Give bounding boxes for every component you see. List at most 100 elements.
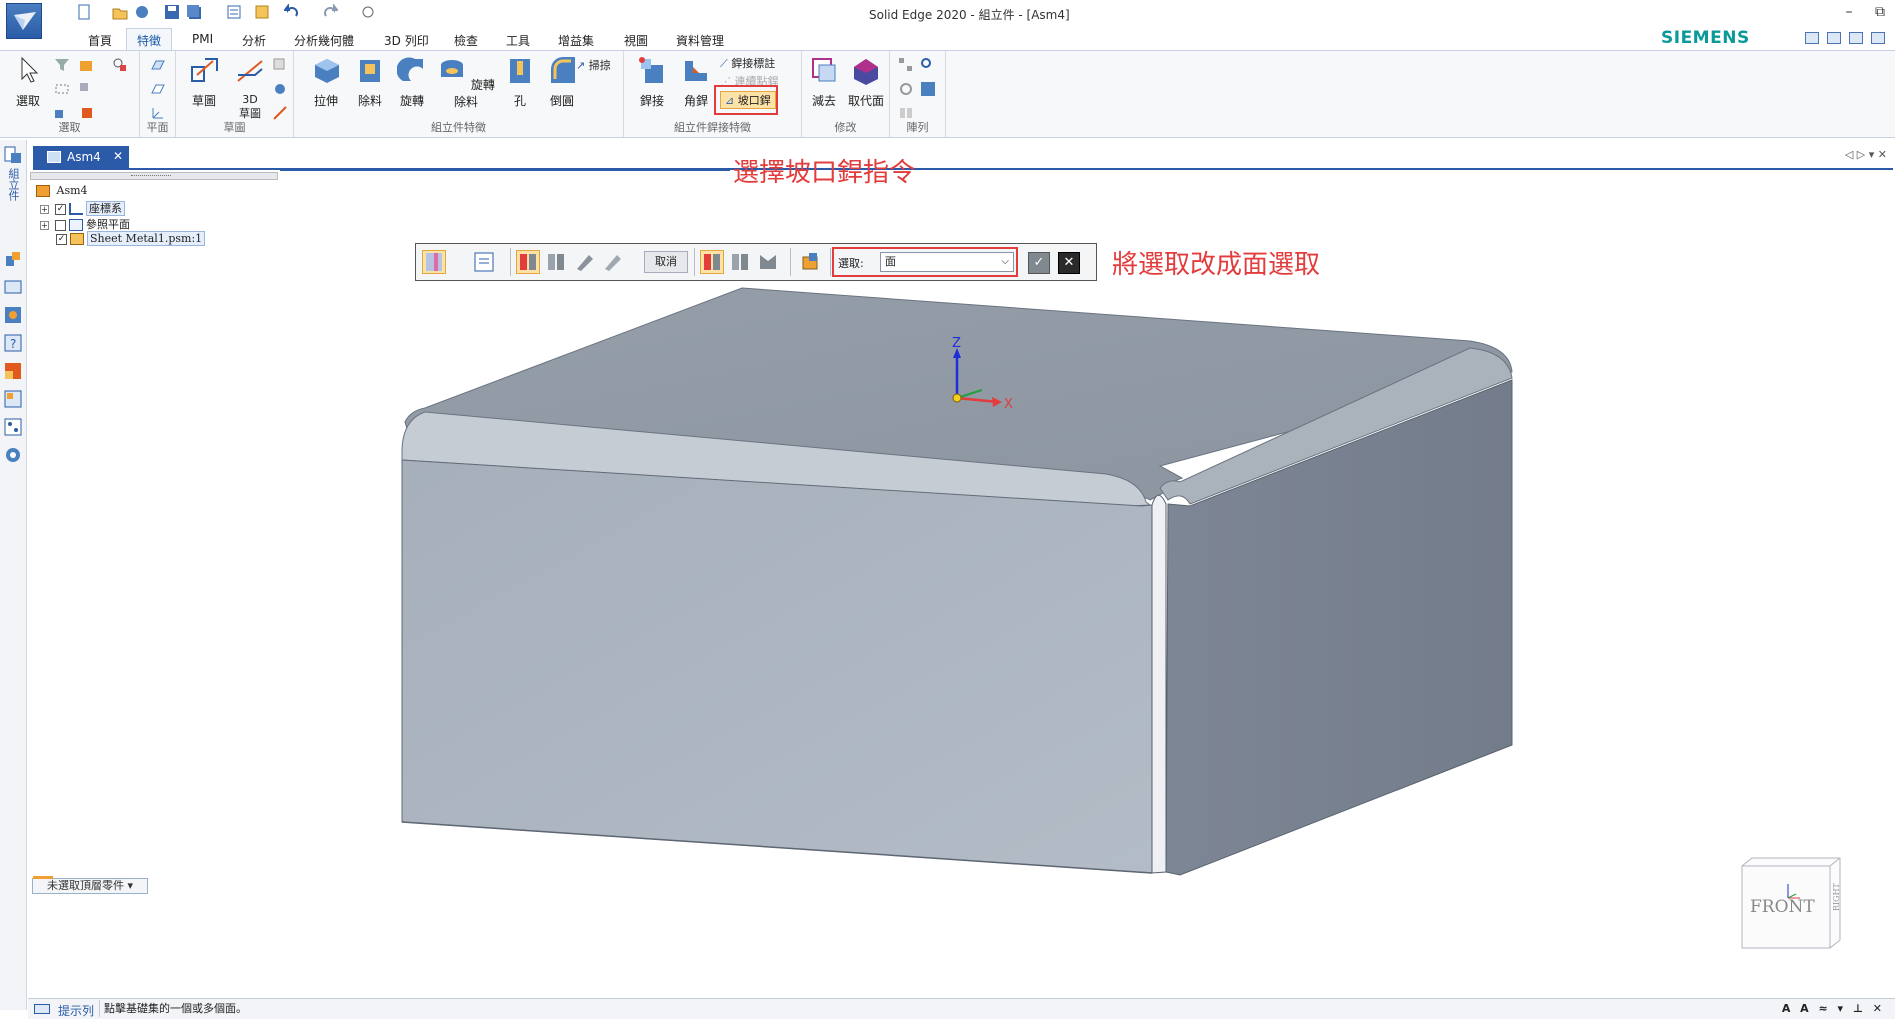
weld-bead-icon: ⟋ [720, 57, 728, 70]
quick-pick-icon[interactable] [112, 57, 128, 73]
group-plane-label: 平面 [146, 121, 169, 134]
redo-icon[interactable] [322, 2, 339, 20]
tab-3d-print[interactable]: 3D 列印 [380, 30, 433, 51]
filter-icon[interactable] [54, 57, 70, 73]
layout-icon[interactable] [1805, 32, 1819, 44]
plane-icon[interactable] [150, 57, 166, 73]
pattern-icon[interactable] [898, 57, 914, 73]
document-tab[interactable]: Asm4 ✕ [33, 146, 129, 168]
close-command-button[interactable]: ✕ [1058, 252, 1080, 274]
subtract-button[interactable]: 減去 [804, 55, 844, 109]
layout2-icon[interactable] [1827, 32, 1841, 44]
tab-features[interactable]: 特徵 [126, 28, 173, 50]
pattern-find-icon[interactable] [920, 57, 936, 73]
accept-button[interactable]: ✓ [1028, 252, 1050, 274]
open-file-icon[interactable] [112, 4, 128, 20]
parts-library-icon[interactable] [4, 250, 22, 268]
step-base-set-button[interactable] [700, 250, 724, 274]
window-controls: – ⧉ [1828, 4, 1885, 20]
face-set-2-icon [548, 254, 564, 270]
step-edge-button[interactable] [572, 250, 596, 274]
tab-tools[interactable]: 工具 [502, 30, 534, 51]
tab-analysis-geometry[interactable]: 分析幾何體 [290, 30, 358, 51]
save-icon[interactable] [164, 4, 180, 20]
tab-analysis[interactable]: 分析 [238, 30, 270, 51]
extrude-button[interactable]: 拉伸 [306, 55, 346, 109]
weld-button[interactable]: 銲接 [632, 55, 672, 109]
status-bar-controls[interactable]: A A ≈ ▾ ⊥ ✕ [1782, 1002, 1885, 1015]
help-panel-icon[interactable]: ? [4, 334, 22, 352]
weld-bead-label-button[interactable]: ⟋ 銲接標註 [720, 55, 775, 71]
close-tab-icon[interactable]: ✕ [113, 149, 123, 163]
prompt-bar-icon[interactable] [34, 1004, 50, 1014]
sketch-label: 草圖 [191, 94, 216, 108]
sensors-icon[interactable] [4, 306, 22, 324]
view-cube[interactable]: FRONT RIGHT [1741, 857, 1841, 949]
replace-face-button[interactable]: 取代面 [844, 55, 888, 109]
revolve-button[interactable]: 旋轉 [392, 55, 432, 109]
groups-icon[interactable] [4, 418, 22, 436]
copy-sketch-icon[interactable] [272, 57, 288, 73]
undo-icon[interactable] [283, 2, 300, 20]
tab-inspect[interactable]: 檢查 [450, 30, 482, 51]
layers-icon[interactable] [4, 278, 22, 296]
cutout-button[interactable]: 除料 [350, 55, 390, 109]
fillet-weld-button[interactable]: 角銲 [676, 55, 716, 109]
cutout-label: 除料 [357, 94, 382, 108]
properties-icon[interactable] [226, 4, 242, 20]
document-nav-controls[interactable]: ◁ ▷ ▾ ✕ [1845, 148, 1887, 161]
step-face-set-2-button[interactable] [544, 250, 568, 274]
model-front-face[interactable] [401, 459, 1153, 874]
select-set-icon[interactable] [78, 57, 94, 73]
group-sketch-label: 草圖 [223, 121, 246, 134]
graphics-viewport[interactable]: Z X FRONT RIGHT [28, 170, 1895, 996]
step-select-faces-button[interactable] [422, 250, 446, 274]
tab-add-ins[interactable]: 增益集 [554, 30, 598, 51]
box-select-icon[interactable] [54, 81, 70, 97]
assembly-doc-icon [47, 151, 61, 163]
manage-icon[interactable] [254, 4, 270, 20]
tab-view[interactable]: 視圖 [620, 30, 652, 51]
tab-home[interactable]: 首頁 [84, 30, 116, 51]
help-icon[interactable] [1849, 32, 1863, 44]
step-target-set-button[interactable] [728, 250, 752, 274]
share-icon[interactable] [134, 4, 150, 20]
ribbon-options-icon[interactable] [1871, 32, 1885, 44]
new-file-icon[interactable] [76, 4, 92, 20]
step-face-set-1-button[interactable] [516, 250, 540, 274]
group-select-icon[interactable] [78, 81, 94, 97]
revolve-icon [396, 57, 423, 81]
color-icon[interactable] [4, 362, 22, 380]
group-pattern-label: 陣列 [906, 121, 929, 134]
hole-button[interactable]: 孔 [502, 55, 538, 109]
step-weld-bead-button[interactable] [756, 250, 780, 274]
left-strip-label[interactable]: 組立件 [5, 168, 21, 201]
revolve-cut-button[interactable]: 旋轉除料 [434, 55, 498, 110]
tab-data-management[interactable]: 資料管理 [672, 30, 728, 51]
sketch-tools-icon[interactable] [272, 81, 288, 97]
annotation-change-to-face-select: 將選取改成面選取 [1112, 250, 1321, 280]
select-button[interactable]: 選取 [10, 55, 46, 109]
cancel-button[interactable]: 取消 [644, 251, 688, 273]
sweep-button[interactable]: ↗ 掃掠 [576, 57, 611, 73]
save-all-icon[interactable] [186, 4, 202, 20]
preview-button[interactable] [798, 250, 822, 274]
settings-panel-icon[interactable] [4, 446, 22, 464]
customize-icon[interactable] [360, 4, 376, 20]
plane-options-icon[interactable] [150, 81, 166, 97]
tab-pmi[interactable]: PMI [188, 30, 217, 48]
hole-label: 孔 [513, 94, 526, 108]
sketch-button[interactable]: 草圖 [184, 55, 224, 109]
relationships-icon[interactable] [4, 390, 22, 408]
step-edge-2-button[interactable] [600, 250, 624, 274]
circular-pattern-icon[interactable] [898, 81, 914, 97]
weld-options-button[interactable] [472, 250, 496, 274]
minimize-button[interactable]: – [1846, 4, 1853, 20]
separator [510, 248, 511, 276]
model-right-face[interactable] [1165, 379, 1513, 876]
prompt-bar-label[interactable]: 提示列 [58, 1002, 94, 1019]
sketch3d-button[interactable]: 3D 草圖 [230, 55, 270, 120]
restore-button[interactable]: ⧉ [1875, 4, 1885, 20]
rect-pattern-icon[interactable] [920, 81, 936, 97]
pathfinder-icon[interactable] [4, 146, 22, 164]
